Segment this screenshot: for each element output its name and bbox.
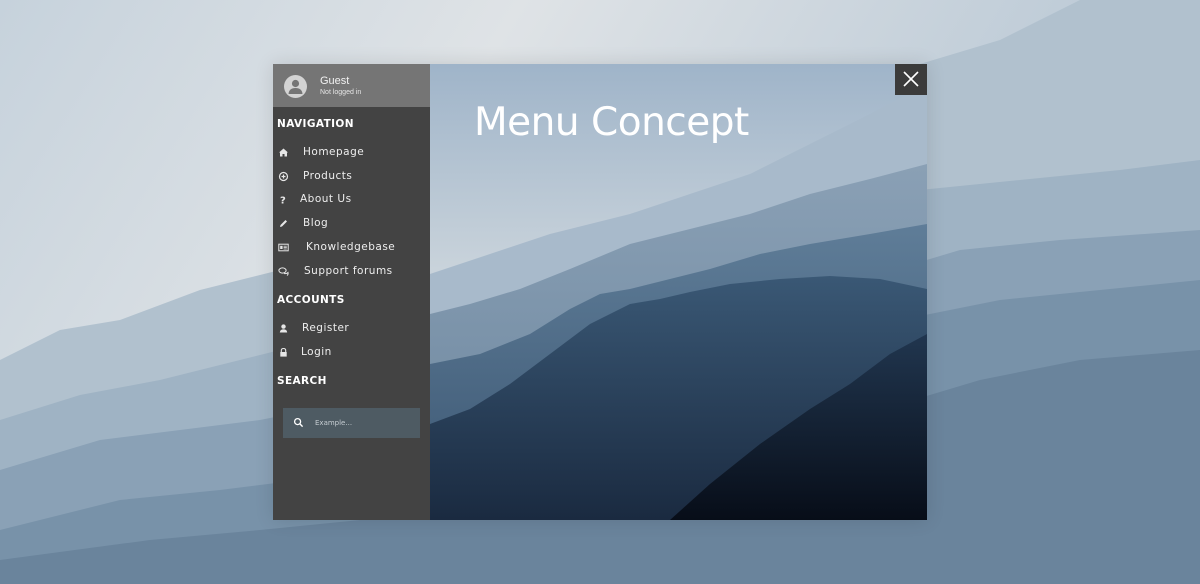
nav-item-support-forums[interactable]: Support forums [273, 261, 430, 283]
nav-item-knowledgebase[interactable]: Knowledgebase [273, 237, 430, 259]
sidebar: Guest Not logged in NAVIGATION Homepage … [273, 64, 430, 520]
circle-plus-icon [278, 171, 289, 182]
section-heading-accounts: ACCOUNTS [277, 294, 345, 306]
close-icon [903, 71, 919, 87]
account-item-login[interactable]: Login [273, 342, 430, 364]
home-icon [278, 147, 289, 158]
nav-item-label: Blog [303, 217, 329, 229]
menu-frame: Menu Concept Guest Not logged in NAVIGAT… [273, 64, 927, 520]
nav-item-about-us[interactable]: ? About Us [273, 189, 430, 211]
section-heading-search: SEARCH [277, 375, 327, 387]
user-profile[interactable]: Guest Not logged in [273, 64, 430, 107]
user-status: Not logged in [320, 89, 362, 96]
nav-item-products[interactable]: Products [273, 166, 430, 188]
page-title: Menu Concept [474, 100, 749, 145]
search-box[interactable] [283, 408, 420, 438]
user-icon [278, 323, 289, 334]
avatar [284, 75, 307, 98]
hero-panel: Menu Concept [430, 64, 927, 520]
chat-bubbles-icon [278, 266, 289, 277]
search-icon [293, 417, 304, 428]
account-item-register[interactable]: Register [273, 318, 430, 340]
nav-item-label: About Us [300, 193, 352, 205]
svg-text:?: ? [280, 196, 286, 206]
nav-item-homepage[interactable]: Homepage [273, 142, 430, 164]
pencil-icon [278, 218, 289, 229]
nav-item-blog[interactable]: Blog [273, 213, 430, 235]
lock-icon [278, 347, 289, 358]
question-icon: ? [278, 194, 289, 206]
nav-item-label: Support forums [304, 265, 393, 277]
account-item-label: Register [302, 322, 350, 334]
nav-item-label: Knowledgebase [306, 241, 396, 253]
search-input[interactable] [315, 415, 411, 431]
close-button[interactable] [895, 64, 927, 95]
section-heading-navigation: NAVIGATION [277, 118, 354, 130]
nav-item-label: Products [303, 170, 353, 182]
id-card-icon [278, 242, 289, 253]
user-name: Guest [320, 75, 350, 87]
account-item-label: Login [301, 346, 332, 358]
user-avatar-icon [288, 79, 303, 94]
nav-item-label: Homepage [303, 146, 365, 158]
